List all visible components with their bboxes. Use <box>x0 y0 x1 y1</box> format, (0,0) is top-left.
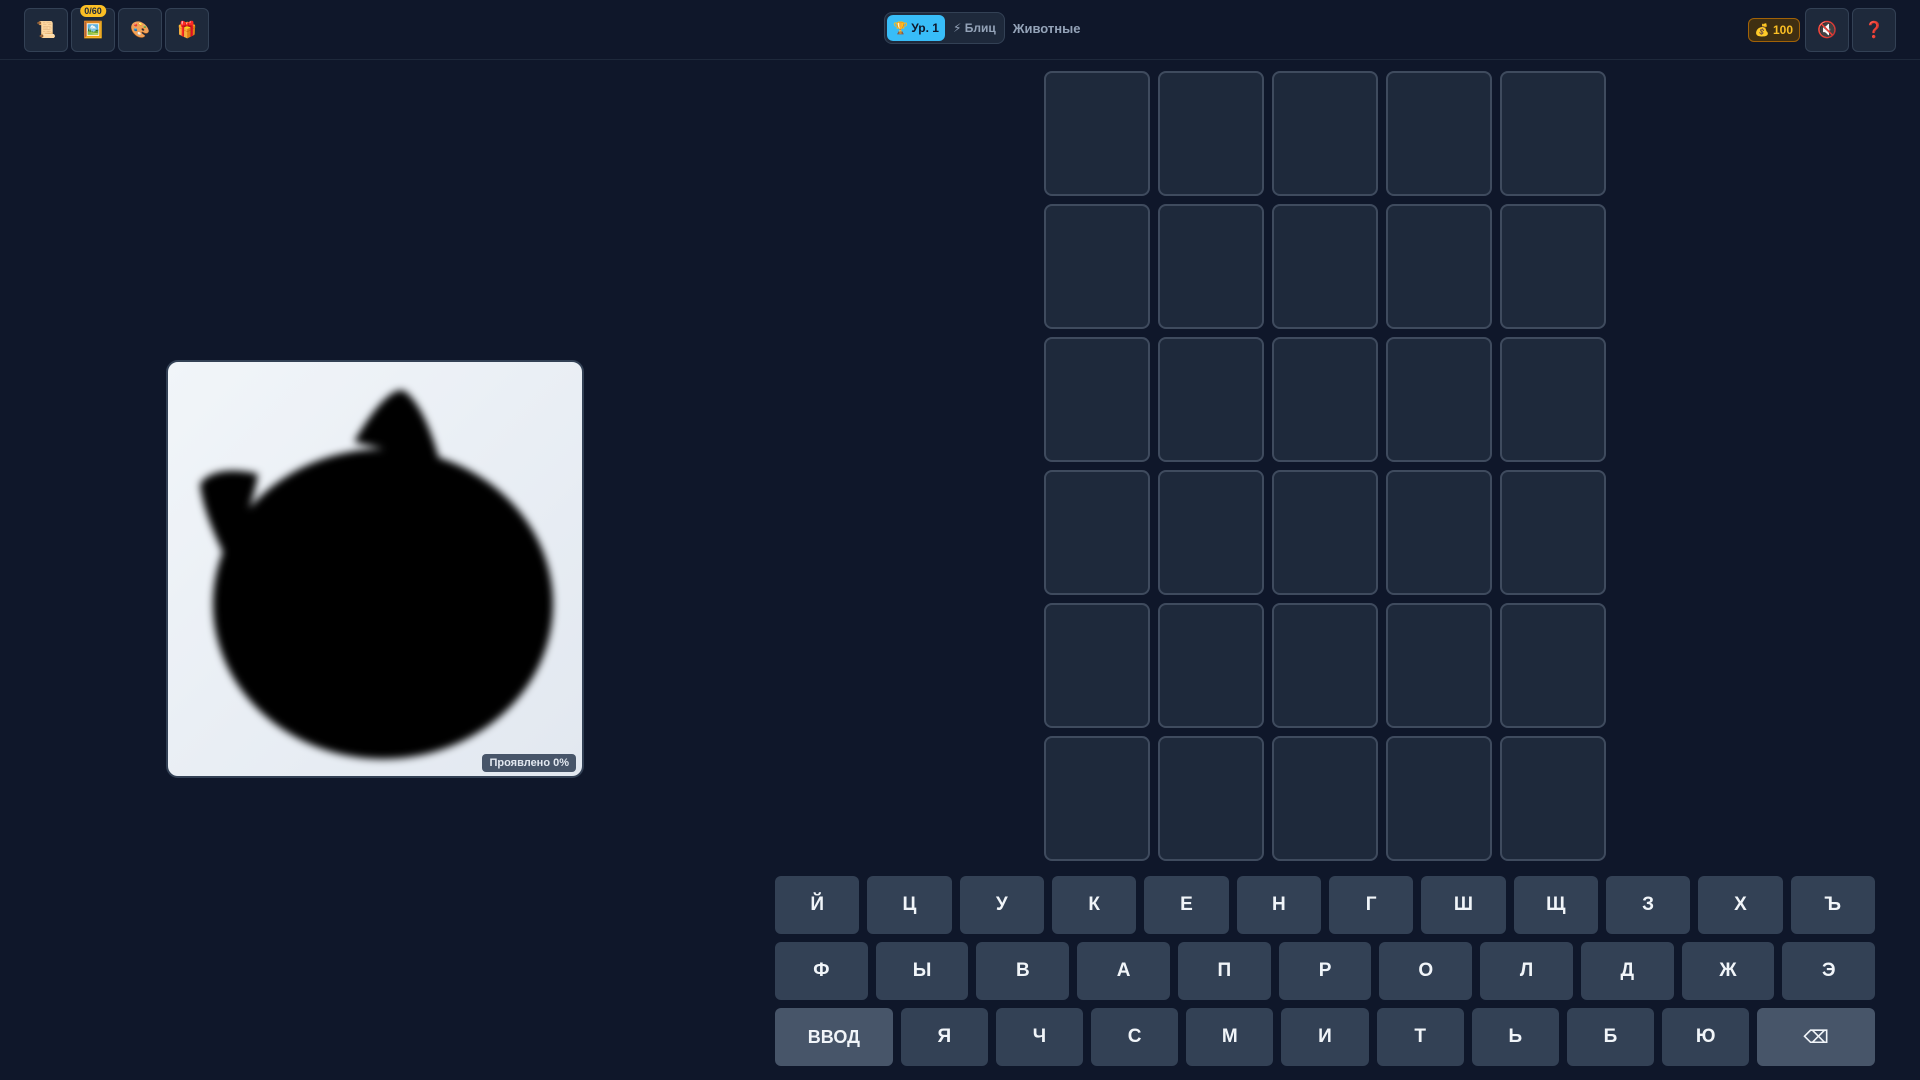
letter-key[interactable]: Ъ <box>1790 876 1875 934</box>
letter-key[interactable]: З <box>1605 876 1691 934</box>
grid-cell <box>1158 71 1264 196</box>
gift-icon: 🎁 <box>177 22 197 39</box>
letter-key[interactable]: Е <box>1144 876 1229 934</box>
letter-key[interactable]: П <box>1177 942 1271 1000</box>
gallery-button[interactable]: 0/60 🖼️ <box>71 5 115 52</box>
letter-key[interactable]: Ы <box>875 942 969 1000</box>
letter-key[interactable]: Р <box>1278 942 1372 1000</box>
mode-blitz-button[interactable]: ⚡ Блиц <box>947 15 1002 41</box>
grid-cell <box>1044 470 1150 595</box>
letter-key[interactable]: Ц <box>867 876 952 934</box>
grid-cell <box>1272 736 1378 861</box>
letter-key[interactable]: Т <box>1376 1008 1464 1066</box>
scroll-icon: 📜 <box>36 22 56 39</box>
letter-key[interactable]: Ь <box>1471 1008 1559 1066</box>
palette-button[interactable]: 🎨 <box>118 8 162 52</box>
letter-key[interactable]: Д <box>1580 942 1674 1000</box>
letter-key[interactable]: В <box>976 942 1070 1000</box>
category-label: Животные <box>1012 20 1081 36</box>
grid-cell <box>1158 204 1264 329</box>
grid-cell <box>1272 470 1378 595</box>
letter-key[interactable]: Я <box>900 1008 988 1066</box>
grid-cell <box>1500 603 1606 728</box>
grid-cell <box>1044 603 1150 728</box>
grid-cell <box>1044 736 1150 861</box>
question-mark-icon: ❓ <box>1864 22 1884 39</box>
grid-cell <box>1386 337 1492 462</box>
grid-cell <box>1386 470 1492 595</box>
scroll-button[interactable]: 📜 <box>24 8 68 52</box>
gallery-count-badge: 0/60 <box>80 5 106 17</box>
letter-key[interactable]: М <box>1186 1008 1274 1066</box>
letter-key[interactable]: К <box>1051 876 1137 934</box>
guess-grid <box>1044 71 1606 861</box>
letter-key[interactable]: Б <box>1566 1008 1655 1066</box>
grid-cell <box>1044 337 1150 462</box>
letter-key[interactable]: Й <box>775 876 860 934</box>
letter-key[interactable]: Ч <box>995 1008 1084 1066</box>
grid-cell <box>1158 337 1264 462</box>
grid-cell <box>1386 603 1492 728</box>
letter-key[interactable]: Ю <box>1662 1008 1750 1066</box>
grid-cell <box>1044 204 1150 329</box>
coin-counter: 💰 100 <box>1747 18 1800 42</box>
letter-key[interactable]: Ж <box>1681 942 1775 1000</box>
grid-cell <box>1386 71 1492 196</box>
keyboard-row-1: ЙЦУКЕНГШЩЗХЪ <box>775 876 1875 934</box>
letter-key[interactable]: Ф <box>775 942 868 1000</box>
grid-cell <box>1386 204 1492 329</box>
backspace-key[interactable]: ⌫ <box>1757 1008 1875 1066</box>
sound-toggle-button[interactable]: 🔇 <box>1805 8 1849 52</box>
grid-cell <box>1044 71 1150 196</box>
letter-key[interactable]: Л <box>1480 942 1573 1000</box>
grid-cell <box>1500 204 1606 329</box>
toolbar-right: 💰 100 🔇 ❓ <box>1747 8 1896 52</box>
grid-cell <box>1500 470 1606 595</box>
grid-cell <box>1500 71 1606 196</box>
enter-key[interactable]: ВВОД <box>775 1008 893 1066</box>
letter-key[interactable]: А <box>1077 942 1170 1000</box>
grid-cell <box>1386 736 1492 861</box>
grid-cell <box>1158 736 1264 861</box>
grid-cell <box>1272 204 1378 329</box>
letter-key[interactable]: Х <box>1698 876 1783 934</box>
grid-cell <box>1500 736 1606 861</box>
mystery-image-card: Проявлено 0% <box>166 360 584 778</box>
letter-key[interactable]: Г <box>1328 876 1414 934</box>
top-bar: 📜 0/60 🖼️ 🎨 🎁 🏆 Ур. 1 ⚡ Блиц Животные 💰 … <box>0 0 1920 60</box>
letter-key[interactable]: О <box>1379 942 1473 1000</box>
grid-cell <box>1500 337 1606 462</box>
toolbar-left: 📜 0/60 🖼️ 🎨 🎁 <box>24 5 209 52</box>
revealed-percentage-label: Проявлено 0% <box>482 754 576 772</box>
palette-icon: 🎨 <box>130 22 150 39</box>
help-button[interactable]: ❓ <box>1852 8 1896 52</box>
on-screen-keyboard: ЙЦУКЕНГШЩЗХЪ ФЫВАПРОЛДЖЭ ВВОД Я Ч С М И Т Ь Б Ю ⌫ <box>775 876 1876 1074</box>
muted-speaker-icon: 🔇 <box>1817 22 1837 39</box>
mode-level-button[interactable]: 🏆 Ур. 1 <box>887 15 945 41</box>
grid-cell <box>1272 337 1378 462</box>
mode-selector: 🏆 Ур. 1 ⚡ Блиц Животные <box>884 12 1080 44</box>
grid-cell <box>1158 470 1264 595</box>
letter-key[interactable]: Н <box>1236 876 1321 934</box>
keyboard-row-2: ФЫВАПРОЛДЖЭ <box>775 942 1876 1000</box>
letter-key[interactable]: Ш <box>1421 876 1506 934</box>
grid-cell <box>1272 71 1378 196</box>
animal-silhouette <box>200 390 553 759</box>
gallery-icon: 🖼️ <box>83 22 103 39</box>
letter-key[interactable]: У <box>959 876 1044 934</box>
keyboard-row-3: ВВОД Я Ч С М И Т Ь Б Ю ⌫ <box>775 1008 1875 1066</box>
grid-cell <box>1158 603 1264 728</box>
mode-toggle: 🏆 Ур. 1 ⚡ Блиц <box>884 12 1005 44</box>
letter-key[interactable]: Щ <box>1513 876 1598 934</box>
gift-button[interactable]: 🎁 <box>165 8 209 52</box>
letter-key[interactable]: С <box>1091 1008 1179 1066</box>
grid-cell <box>1272 603 1378 728</box>
letter-key[interactable]: И <box>1281 1008 1369 1066</box>
letter-key[interactable]: Э <box>1782 942 1876 1000</box>
